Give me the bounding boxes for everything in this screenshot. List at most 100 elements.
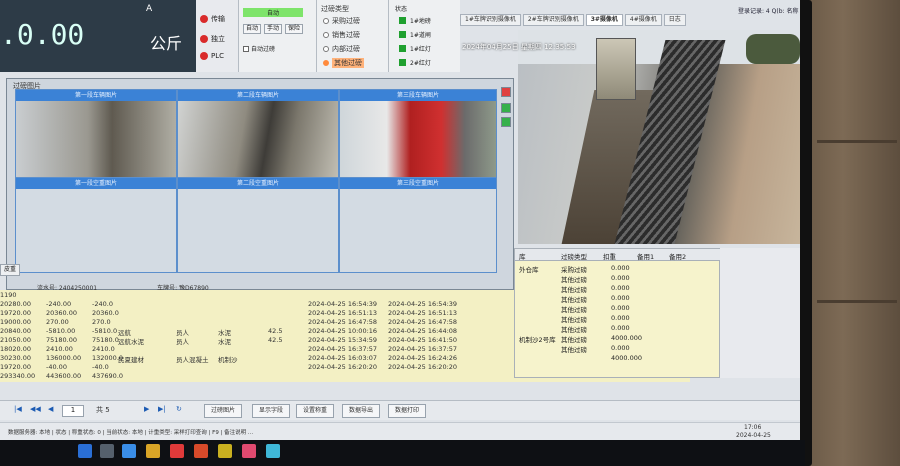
print-button[interactable]: 数据打印 xyxy=(388,404,427,418)
status-text: 数据服务器: 本地 | 状态 | 称重状态: 0 | 当前状态: 本地 | 计重… xyxy=(8,430,254,436)
photo-cell[interactable]: 第三段车辆图片 xyxy=(339,89,497,185)
app-icon[interactable] xyxy=(242,444,256,458)
download-icon[interactable] xyxy=(501,117,511,127)
photo-caption: 第一段空重图片 xyxy=(16,178,176,189)
first-page-icon[interactable]: |◀ xyxy=(14,405,22,417)
photo-image xyxy=(178,101,338,184)
next-icon[interactable]: ▶ xyxy=(144,405,149,417)
photo-image xyxy=(340,101,496,184)
app-icon[interactable] xyxy=(170,444,184,458)
tare-tab[interactable]: 皮重 xyxy=(0,264,20,276)
tab-camera-2[interactable]: 2#车牌识别摄像机 xyxy=(522,14,584,26)
table-cell: 19720.00 xyxy=(0,363,32,371)
status-dot-icon xyxy=(200,52,208,60)
auto-button[interactable]: 自动 xyxy=(243,24,261,34)
photo-cell[interactable]: 第二段空重图片 xyxy=(177,177,339,273)
photo-caption: 第二段空重图片 xyxy=(178,178,338,189)
photo-caption: 第三段车辆图片 xyxy=(340,90,496,101)
weigh-type-option[interactable]: 采购过磅 xyxy=(323,16,360,26)
photo-button[interactable]: 过磅图片 xyxy=(204,404,243,418)
weigh-type-option[interactable]: 销售过磅 xyxy=(323,30,360,40)
table-cell: 0.000 xyxy=(611,314,630,322)
tab-camera-4[interactable]: 4#摄像机 xyxy=(624,14,662,26)
export-button[interactable]: 数据导出 xyxy=(342,404,381,418)
prev-icon[interactable]: ◀ xyxy=(48,405,53,417)
table-cell: 0.000 xyxy=(611,284,630,292)
insure-button[interactable]: 保险 xyxy=(285,24,303,34)
auto-weigh-checkbox[interactable]: 自动过磅 xyxy=(243,44,275,53)
table-cell: 293340.00 xyxy=(0,372,36,380)
manual-button[interactable]: 手动 xyxy=(264,24,282,34)
tab-camera-1[interactable]: 1#车牌识别摄像机 xyxy=(460,14,521,26)
table-cell: -240.0 xyxy=(92,300,113,308)
table-cell: 2024-04-25 16:44:08 xyxy=(388,327,458,335)
prev-page-icon[interactable]: ◀◀ xyxy=(30,405,41,417)
green-light-icon xyxy=(399,59,406,66)
refresh-icon[interactable]: ↻ xyxy=(176,405,182,417)
table-row[interactable]: 其他过磅 0.000 xyxy=(515,313,721,324)
weigh-settings-button[interactable]: 设置称重 xyxy=(296,404,335,418)
wall-background xyxy=(805,0,900,466)
device-status: 状态 1#地磅 1#道闸 1#红灯 2#红灯 xyxy=(388,0,460,72)
table-cell: 19000.00 xyxy=(0,318,32,326)
tab-camera-3[interactable]: 3#摄像机 xyxy=(585,14,623,26)
app-icon[interactable] xyxy=(266,444,280,458)
table-cell: 20840.00 xyxy=(0,327,32,335)
table-cell: 2024-04-25 16:37:57 xyxy=(308,345,378,353)
table-cell: 2024-04-25 16:37:57 xyxy=(388,345,458,353)
table-row[interactable]: 其他过磅 0.000 xyxy=(515,303,721,314)
status-lights: 传输 独立 PLC xyxy=(196,0,238,72)
table-cell: 2410.00 xyxy=(46,345,73,353)
table-cell: 2024-04-25 16:54:39 xyxy=(308,300,378,308)
camera-tabs: 1#车牌识别摄像机 2#车牌识别摄像机 3#摄像机 4#摄像机 日志 xyxy=(460,14,686,26)
table-row[interactable]: 其他过磅 0.000 xyxy=(515,343,721,354)
table-cell: 443600.00 xyxy=(46,372,82,380)
table-cell: -5810.00 xyxy=(46,327,76,335)
table-cell: 2024-04-25 15:34:59 xyxy=(308,336,378,344)
start-icon[interactable] xyxy=(78,444,92,458)
table-row[interactable]: 其他过磅 0.000 xyxy=(515,273,721,284)
app-icon[interactable] xyxy=(218,444,232,458)
table-cell: 75180.00 xyxy=(46,336,78,344)
last-page-icon[interactable]: ▶| xyxy=(158,405,166,417)
table-cell: 75180.0 xyxy=(92,336,119,344)
weigh-type-title: 过磅类型 xyxy=(321,5,349,13)
table-cell: 20360.00 xyxy=(46,309,78,317)
table-cell: 2024-04-25 16:20:20 xyxy=(388,363,458,371)
table-row[interactable]: 其他过磅 0.000 xyxy=(515,323,721,334)
photo-cell[interactable]: 第三段空重图片 xyxy=(339,177,497,273)
table-row[interactable]: 机制沙2号库 其他过磅 4000.000 xyxy=(515,333,721,344)
clock-date: 2024-04-25 xyxy=(736,432,771,439)
auto-indicator: 自动 xyxy=(243,8,303,17)
table-cell: 30230.00 xyxy=(0,354,32,362)
wall-shelf xyxy=(817,300,897,303)
table-cell: 437690.0 xyxy=(92,372,124,380)
close-icon[interactable] xyxy=(501,87,511,97)
table-row[interactable]: 其他过磅 0.000 xyxy=(515,293,721,304)
photo-cell[interactable]: 第一段车辆图片 xyxy=(15,89,177,185)
app-icon[interactable] xyxy=(194,444,208,458)
photo-cell[interactable]: 第一段空重图片 xyxy=(15,177,177,273)
fields-button[interactable]: 显示字段 xyxy=(252,404,291,418)
table-cell: 0.000 xyxy=(611,294,630,302)
camera-timestamp: 2024年04月25日 星期四 12:35:53 xyxy=(462,43,576,51)
weight-a-mark: A xyxy=(146,4,153,14)
search-icon[interactable] xyxy=(100,444,114,458)
folder-icon[interactable] xyxy=(146,444,160,458)
tab-log[interactable]: 日志 xyxy=(663,14,686,26)
green-light-icon xyxy=(399,17,406,24)
table-cell: 2024-04-25 16:41:50 xyxy=(388,336,458,344)
status-dot-icon xyxy=(200,15,208,23)
app-icon[interactable] xyxy=(122,444,136,458)
table-row[interactable]: 4000.000 xyxy=(515,353,721,363)
weigh-type-option[interactable]: 内部过磅 xyxy=(323,44,360,54)
weigh-type-option-selected[interactable]: 其他过磅 xyxy=(323,58,364,68)
refresh-icon[interactable] xyxy=(501,103,511,113)
status-light: 独立 xyxy=(200,34,225,44)
table-row[interactable]: 外仓库 采购过磅 0.000 xyxy=(515,263,721,274)
photo-cell[interactable]: 第二段车辆图片 xyxy=(177,89,339,185)
table-row[interactable]: 其他过磅 0.000 xyxy=(515,283,721,294)
device-light: 1#地磅 xyxy=(399,16,431,25)
page-input[interactable]: 1 xyxy=(62,405,84,417)
table-cell: 42.5 xyxy=(268,336,283,344)
